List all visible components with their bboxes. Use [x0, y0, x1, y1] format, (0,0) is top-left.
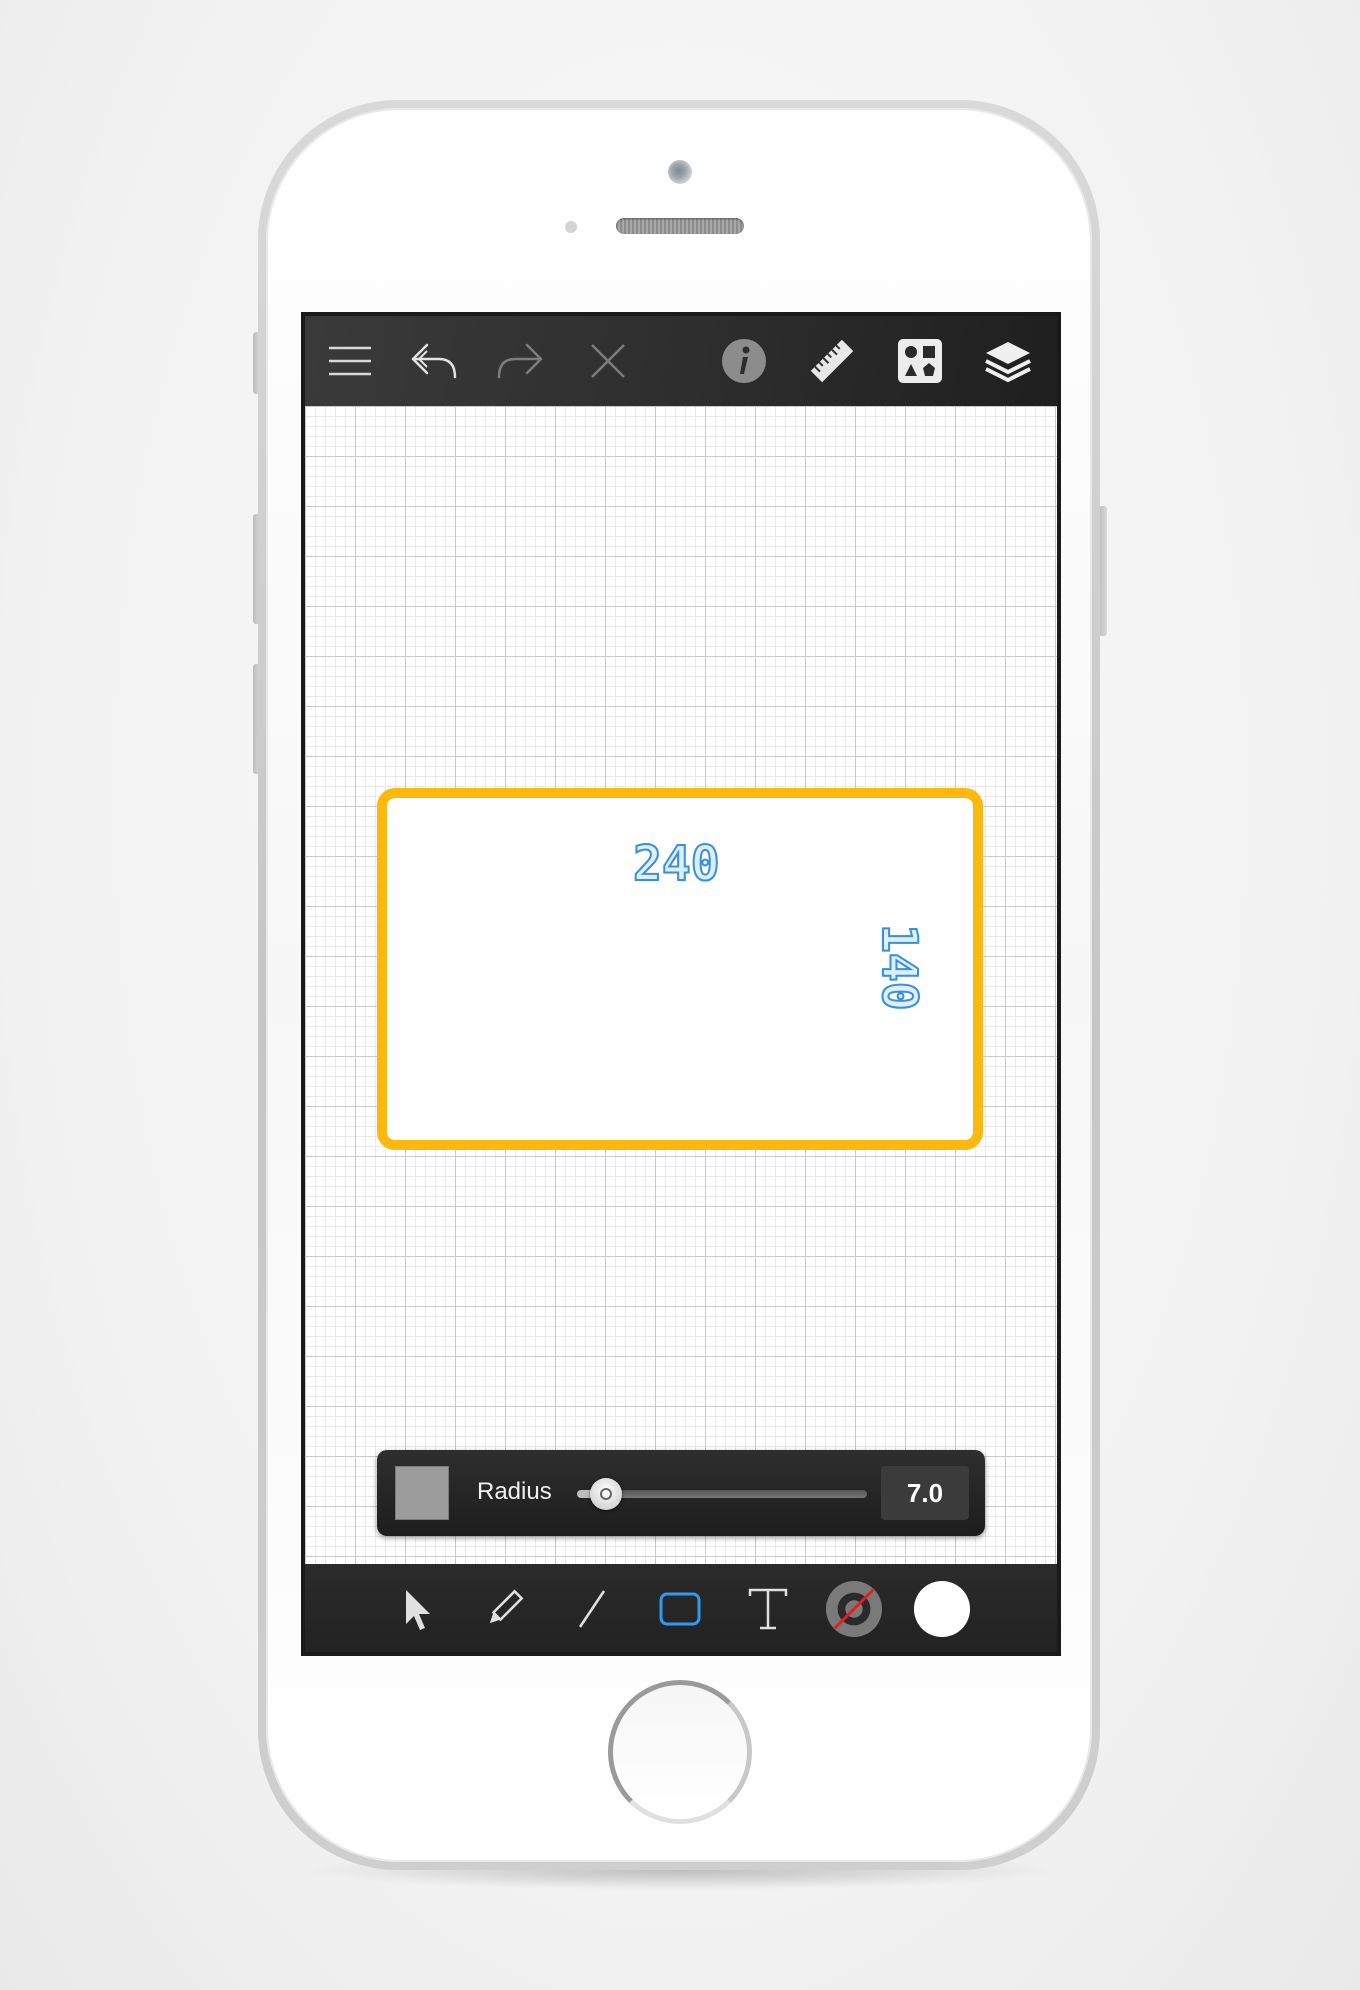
shapes-library-icon[interactable] — [895, 336, 945, 386]
fill-color-icon[interactable] — [913, 1580, 971, 1638]
drawing-canvas[interactable]: 240 140 Radius 7.0 — [305, 406, 1057, 1564]
app-screen: 240 140 Radius 7.0 — [301, 312, 1061, 1656]
radius-panel: Radius 7.0 — [377, 1450, 985, 1536]
radius-slider-thumb[interactable] — [590, 1478, 622, 1510]
height-dimension-label: 140 — [870, 923, 928, 1012]
radius-value[interactable]: 7.0 — [881, 1466, 969, 1520]
pencil-icon[interactable] — [475, 1580, 533, 1638]
home-button[interactable] — [608, 1680, 752, 1824]
close-icon[interactable] — [583, 336, 633, 386]
front-camera — [668, 160, 692, 184]
rectangle-icon[interactable] — [651, 1580, 709, 1638]
layers-icon[interactable] — [983, 336, 1033, 386]
earpiece-speaker — [616, 218, 744, 234]
width-dimension-label: 240 — [632, 835, 721, 893]
top-toolbar — [305, 316, 1057, 406]
menu-icon[interactable] — [325, 336, 375, 386]
rounded-rectangle-shape[interactable]: 240 140 — [377, 788, 983, 1150]
power-button — [1099, 506, 1107, 636]
stroke-color-icon[interactable] — [825, 1580, 883, 1638]
proximity-sensor — [565, 221, 577, 233]
bottom-toolbar — [305, 1564, 1057, 1652]
undo-icon[interactable] — [409, 336, 459, 386]
ruler-icon[interactable] — [807, 336, 857, 386]
corner-swatch[interactable] — [395, 1466, 449, 1520]
radius-label: Radius — [477, 1478, 552, 1505]
info-icon[interactable] — [719, 336, 769, 386]
text-icon[interactable] — [739, 1580, 797, 1638]
select-arrow-icon[interactable] — [389, 1580, 447, 1638]
redo-icon[interactable] — [495, 336, 545, 386]
line-icon[interactable] — [563, 1580, 621, 1638]
